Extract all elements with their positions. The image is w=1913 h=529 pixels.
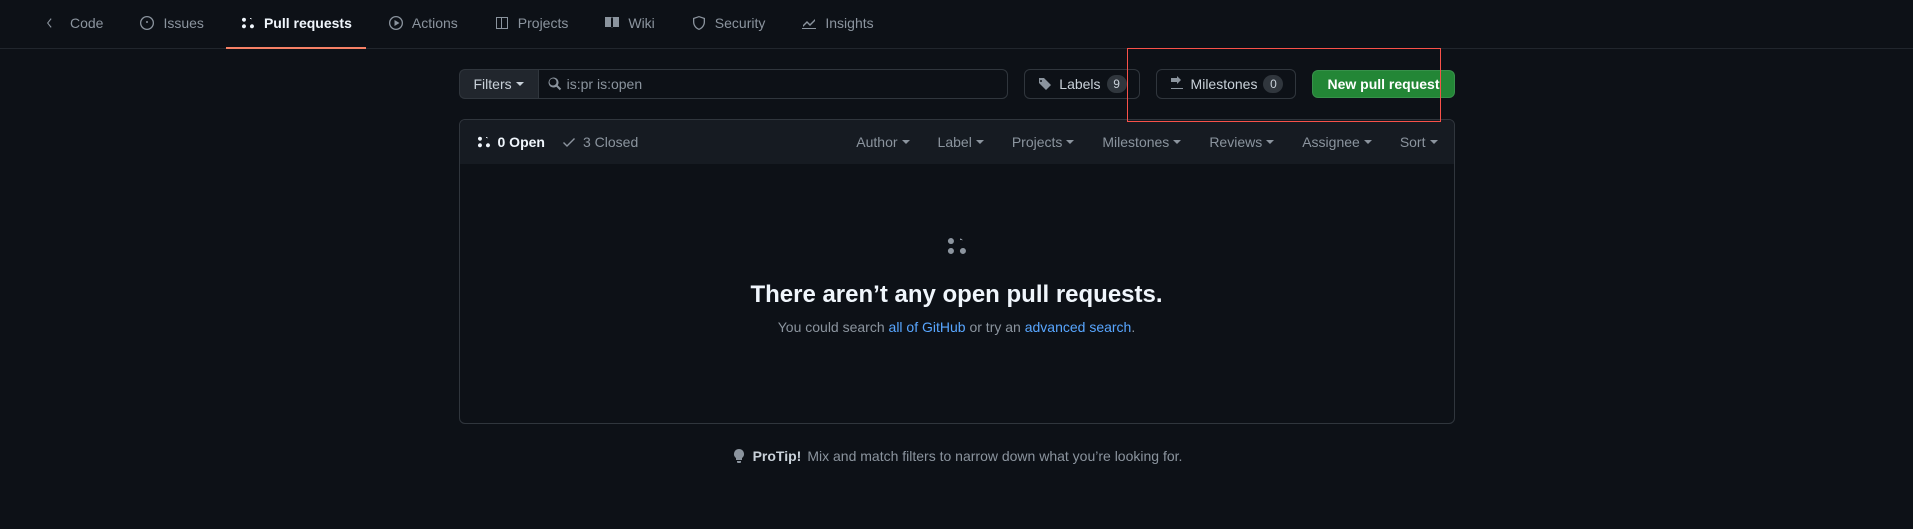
git-pull-request-icon (240, 15, 256, 31)
repo-nav: Code Issues Pull requests Actions Projec… (0, 0, 1913, 49)
closed-count-label: 3 Closed (583, 134, 638, 150)
tab-label: Security (715, 15, 766, 31)
filter-label[interactable]: Label (938, 134, 984, 150)
tab-issues[interactable]: Issues (125, 0, 217, 49)
lightbulb-icon (731, 448, 747, 464)
state-toggles: 0 Open 3 Closed (476, 134, 639, 150)
tag-icon (1037, 76, 1053, 92)
tab-wiki[interactable]: Wiki (590, 0, 668, 49)
advanced-search-link[interactable]: advanced search (1025, 319, 1132, 335)
content-container: Filters Labels 9 Milestones 0 New pull r… (459, 49, 1455, 464)
chevron-down-icon (516, 82, 524, 86)
closed-state-link[interactable]: 3 Closed (561, 134, 638, 150)
tab-label: Actions (412, 15, 458, 31)
filter-assignee[interactable]: Assignee (1302, 134, 1372, 150)
open-state-link[interactable]: 0 Open (476, 134, 545, 150)
chevron-down-icon (902, 140, 910, 144)
chevron-down-icon (1266, 140, 1274, 144)
milestones-label: Milestones (1191, 76, 1258, 92)
chevron-down-icon (976, 140, 984, 144)
protip-text: Mix and match filters to narrow down wha… (807, 448, 1182, 464)
filter-projects[interactable]: Projects (1012, 134, 1075, 150)
protip: ProTip! Mix and match filters to narrow … (459, 448, 1455, 464)
milestones-count: 0 (1263, 75, 1283, 93)
all-of-github-link[interactable]: all of GitHub (889, 319, 966, 335)
search-input[interactable] (563, 70, 1000, 98)
tab-label: Code (70, 15, 103, 31)
git-pull-request-icon (476, 134, 492, 150)
book-icon (604, 15, 620, 31)
tab-security[interactable]: Security (677, 0, 780, 49)
tab-label: Issues (163, 15, 203, 31)
pr-list-header: 0 Open 3 Closed Author Label Projects Mi… (460, 120, 1454, 164)
graph-icon (801, 15, 817, 31)
filter-author[interactable]: Author (856, 134, 909, 150)
chevron-down-icon (1066, 140, 1074, 144)
new-pull-request-button[interactable]: New pull request (1312, 70, 1454, 98)
search-group: Filters (459, 69, 1009, 99)
git-pull-request-icon (945, 234, 969, 258)
check-icon (561, 134, 577, 150)
chevron-down-icon (1430, 140, 1438, 144)
tab-insights[interactable]: Insights (787, 0, 887, 49)
tab-label: Wiki (628, 15, 654, 31)
issue-icon (139, 15, 155, 31)
table-icon (494, 15, 510, 31)
play-icon (388, 15, 404, 31)
tab-code[interactable]: Code (32, 0, 117, 49)
tab-label: Pull requests (264, 15, 352, 31)
tab-projects[interactable]: Projects (480, 0, 583, 49)
labels-label: Labels (1059, 76, 1100, 92)
shield-icon (691, 15, 707, 31)
filters-button[interactable]: Filters (459, 69, 538, 99)
empty-state: There aren’t any open pull requests. You… (460, 164, 1454, 423)
search-icon (547, 76, 563, 92)
filter-reviews[interactable]: Reviews (1209, 134, 1274, 150)
filters-label: Filters (474, 76, 512, 92)
tab-pull-requests[interactable]: Pull requests (226, 0, 366, 49)
pr-list-box: 0 Open 3 Closed Author Label Projects Mi… (459, 119, 1455, 424)
filter-milestones[interactable]: Milestones (1102, 134, 1181, 150)
labels-count: 9 (1107, 75, 1127, 93)
open-count-label: 0 Open (498, 134, 545, 150)
search-wrap (538, 69, 1009, 99)
chevron-down-icon (1173, 140, 1181, 144)
filter-toolbar: Filters Labels 9 Milestones 0 New pull r… (459, 69, 1455, 99)
milestones-button[interactable]: Milestones 0 (1156, 69, 1297, 99)
tab-label: Projects (518, 15, 569, 31)
code-icon (46, 15, 62, 31)
labels-button[interactable]: Labels 9 (1024, 69, 1139, 99)
empty-heading: There aren’t any open pull requests. (500, 281, 1414, 309)
protip-label: ProTip! (753, 448, 802, 464)
chevron-down-icon (1364, 140, 1372, 144)
header-filters: Author Label Projects Milestones Reviews… (856, 134, 1437, 150)
filter-sort[interactable]: Sort (1400, 134, 1438, 150)
new-pr-label: New pull request (1327, 76, 1439, 92)
milestone-icon (1169, 76, 1185, 92)
tab-label: Insights (825, 15, 873, 31)
tab-actions[interactable]: Actions (374, 0, 472, 49)
empty-hint: You could search all of GitHub or try an… (500, 319, 1414, 335)
